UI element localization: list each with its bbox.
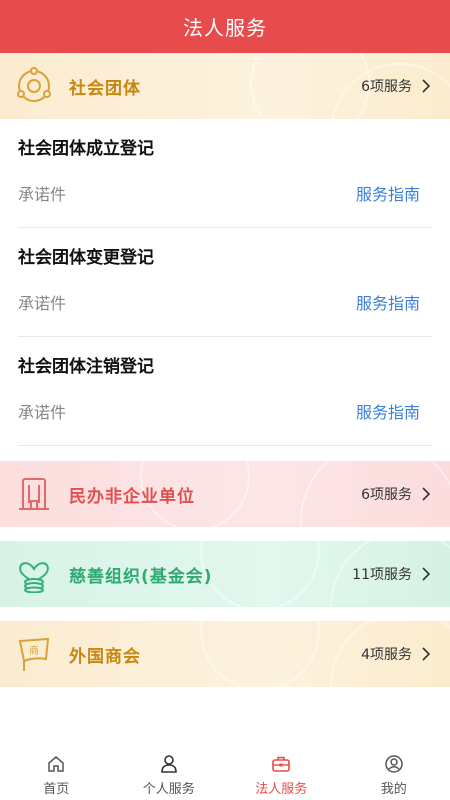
category-private-non-enterprise[interactable]: 民办非企业单位 6项服务: [0, 461, 450, 527]
service-type: 承诺件: [18, 185, 67, 204]
bottom-tab-bar: 首页 个人服务 法人服务 我的: [0, 744, 450, 800]
service-title: 社会团体注销登记: [18, 357, 154, 377]
heart-coins-icon: [19, 562, 49, 593]
tab-label: 我的: [380, 782, 407, 797]
app-header: 法人服务: [0, 0, 450, 53]
user-circle-icon: [385, 755, 403, 773]
chevron-right-icon: [422, 487, 431, 501]
category-foreign-chamber[interactable]: 商 外国商会 4项服务: [0, 621, 450, 687]
category-name: 民办非企业单位: [69, 486, 195, 507]
tab-home[interactable]: 首页: [0, 744, 113, 800]
building-icon: [19, 478, 49, 510]
chevron-right-icon: [422, 567, 431, 581]
tab-legal-person-service[interactable]: 法人服务: [225, 744, 338, 800]
tab-label: 个人服务: [142, 782, 195, 797]
service-type: 承诺件: [18, 403, 67, 422]
service-type: 承诺件: [18, 294, 67, 313]
service-guide-link[interactable]: 服务指南: [356, 290, 420, 314]
category-name: 社会团体: [69, 78, 141, 99]
chevron-right-icon: [422, 79, 431, 93]
service-count: 6项服务: [361, 79, 412, 95]
chamber-flag-icon: 商: [18, 637, 50, 671]
network-circle-icon: [17, 67, 51, 102]
service-title: 社会团体成立登记: [18, 139, 154, 159]
decorative-circle: [200, 621, 320, 687]
person-icon: [160, 755, 177, 773]
category-charity-foundation[interactable]: 慈善组织(基金会) 11项服务: [0, 541, 450, 607]
home-icon: [48, 756, 64, 772]
service-count: 11项服务: [352, 567, 412, 583]
tab-label: 首页: [43, 782, 70, 797]
svg-text:商: 商: [29, 644, 39, 657]
decorative-circle: [200, 541, 320, 607]
service-guide-link[interactable]: 服务指南: [356, 399, 420, 423]
category-name: 慈善组织(基金会): [69, 566, 213, 587]
list-item[interactable]: 社会团体变更登记 承诺件 服务指南: [18, 228, 432, 337]
page-title: 法人服务: [183, 16, 267, 40]
tab-mine[interactable]: 我的: [338, 744, 450, 800]
service-guide-link[interactable]: 服务指南: [356, 181, 420, 205]
briefcase-icon: [272, 756, 291, 772]
category-name: 外国商会: [69, 646, 141, 667]
tab-personal-service[interactable]: 个人服务: [113, 744, 226, 800]
category-social-groups[interactable]: 社会团体 6项服务: [0, 53, 450, 119]
tab-label: 法人服务: [255, 782, 308, 797]
chevron-right-icon: [422, 647, 431, 661]
service-title: 社会团体变更登记: [18, 248, 154, 268]
service-count: 6项服务: [361, 487, 412, 503]
list-item[interactable]: 社会团体注销登记 承诺件 服务指南: [18, 337, 432, 446]
list-item[interactable]: 社会团体成立登记 承诺件 服务指南: [18, 119, 432, 228]
service-count: 4项服务: [361, 647, 412, 663]
